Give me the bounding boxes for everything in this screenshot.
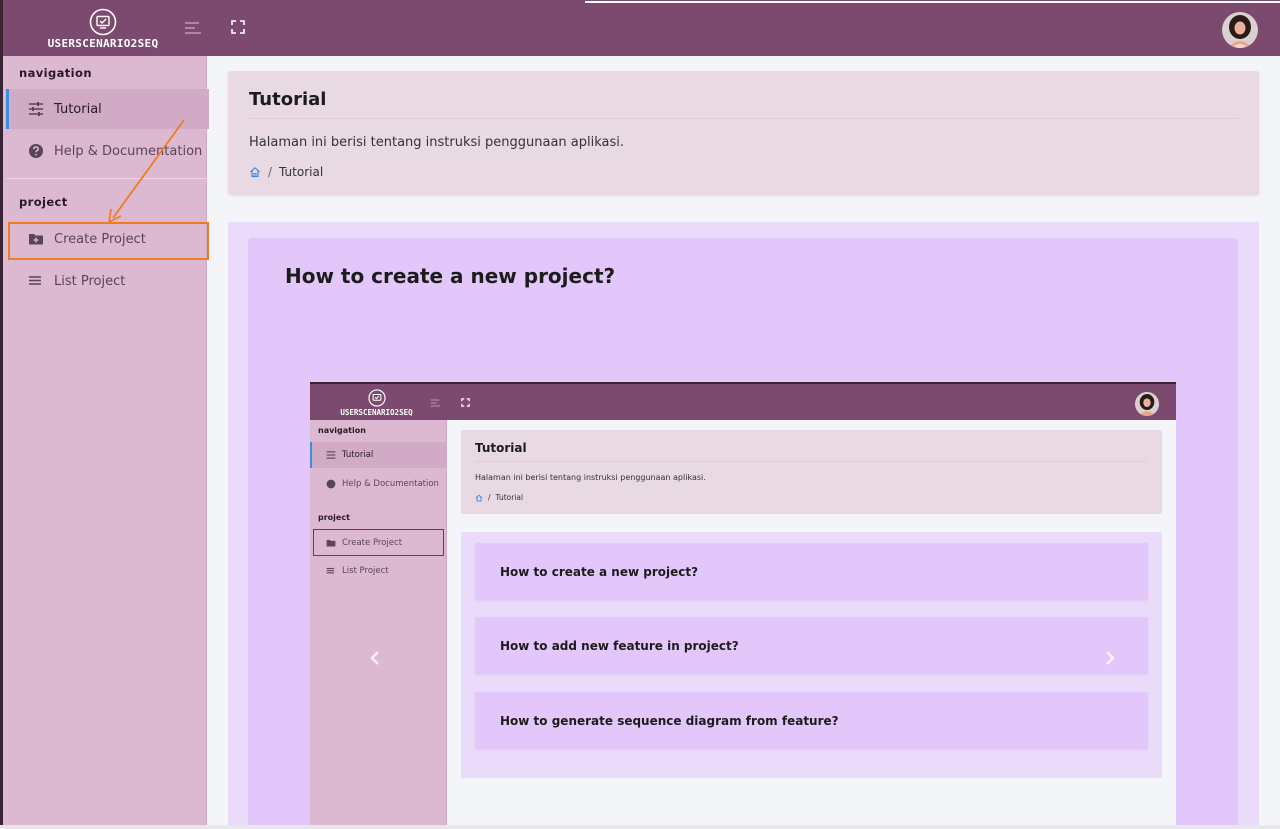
page-title: Tutorial xyxy=(249,89,327,110)
sidebar-item-label: List Project xyxy=(54,273,126,289)
brand[interactable]: USERSCENARIO2SEQ xyxy=(23,4,183,52)
brand-name: USERSCENARIO2SEQ xyxy=(47,37,159,50)
monitor-check-icon xyxy=(89,8,117,36)
sliders-icon xyxy=(29,102,43,116)
accordion-item: How to create a new project? xyxy=(475,543,1148,600)
accordion-item: How to generate sequence diagram from fe… xyxy=(475,692,1148,749)
menu-toggle-icon[interactable] xyxy=(183,18,203,38)
chevron-left-icon[interactable] xyxy=(368,650,382,666)
screenshot-section-navigation: navigation xyxy=(318,426,366,435)
screenshot-navbar: USERSCENARIO2SEQ xyxy=(310,382,1176,420)
screenshot-brand-name: USERSCENARIO2SEQ xyxy=(340,408,413,417)
sidebar-section-project: project xyxy=(19,195,68,209)
list-icon xyxy=(29,276,41,285)
loading-progress-line xyxy=(585,1,1280,3)
breadcrumb: / Tutorial xyxy=(249,165,323,179)
screenshot-accordion: How to create a new project? How to add … xyxy=(461,532,1162,778)
question-circle-icon xyxy=(29,144,43,158)
chevron-right-icon[interactable] xyxy=(1103,650,1117,666)
question-circle-icon xyxy=(326,479,336,489)
annotation-arrow xyxy=(108,119,185,223)
screenshot-title-divider xyxy=(475,461,1147,462)
slide-title: How to create a new project? xyxy=(285,264,616,288)
sidebar-item-list-project[interactable]: List Project xyxy=(6,261,209,301)
screenshot-page-header: Tutorial Halaman ini berisi tentang inst… xyxy=(461,430,1162,514)
fullscreen-icon xyxy=(461,398,470,407)
avatar-image xyxy=(1222,12,1258,48)
screenshot-item-help: Help & Documentation xyxy=(310,471,447,497)
menu-toggle-icon xyxy=(430,399,441,407)
screenshot-breadcrumb-separator: / xyxy=(488,493,491,502)
fullscreen-icon[interactable] xyxy=(229,18,247,36)
sidebar-section-navigation: navigation xyxy=(19,66,92,80)
slide-screenshot: USERSCENARIO2SEQ navigation Tutorial Hel… xyxy=(310,382,1176,829)
monitor-check-icon xyxy=(367,389,386,407)
screenshot-item-label: Tutorial xyxy=(342,450,374,460)
accordion-item: How to add new feature in project? xyxy=(475,617,1148,674)
page-header-card: Tutorial Halaman ini berisi tentang inst… xyxy=(228,71,1259,195)
screenshot-item-tutorial: Tutorial xyxy=(310,442,447,468)
page-description: Halaman ini berisi tentang instruksi pen… xyxy=(249,135,625,150)
screenshot-item-label: Help & Documentation xyxy=(342,479,439,489)
top-navbar: USERSCENARIO2SEQ xyxy=(0,0,1280,56)
screenshot-section-project: project xyxy=(318,513,350,522)
bottom-edge xyxy=(0,825,1280,829)
screenshot-breadcrumb: / Tutorial xyxy=(475,493,523,502)
list-icon xyxy=(326,567,335,574)
screenshot-avatar xyxy=(1135,392,1159,416)
home-icon xyxy=(475,494,483,501)
screenshot-sidebar: navigation Tutorial Help & Documentation… xyxy=(310,420,447,829)
sliders-icon xyxy=(326,451,336,459)
breadcrumb-separator: / xyxy=(268,165,273,179)
screenshot-page-description: Halaman ini berisi tentang instruksi pen… xyxy=(475,473,706,482)
sidebar-item-label: Tutorial xyxy=(54,101,102,117)
avatar-image xyxy=(1135,392,1159,416)
screenshot-item-label: List Project xyxy=(342,566,389,576)
screenshot-page-title: Tutorial xyxy=(475,441,527,455)
screenshot-item-list-project: List Project xyxy=(310,558,447,584)
screenshot-create-project-highlight xyxy=(313,529,444,556)
screenshot-brand: USERSCENARIO2SEQ xyxy=(324,386,429,417)
home-icon[interactable] xyxy=(249,166,261,178)
user-avatar[interactable] xyxy=(1222,12,1258,48)
breadcrumb-current: Tutorial xyxy=(279,165,324,179)
title-divider xyxy=(249,118,1239,119)
screenshot-breadcrumb-current: Tutorial xyxy=(495,493,524,502)
